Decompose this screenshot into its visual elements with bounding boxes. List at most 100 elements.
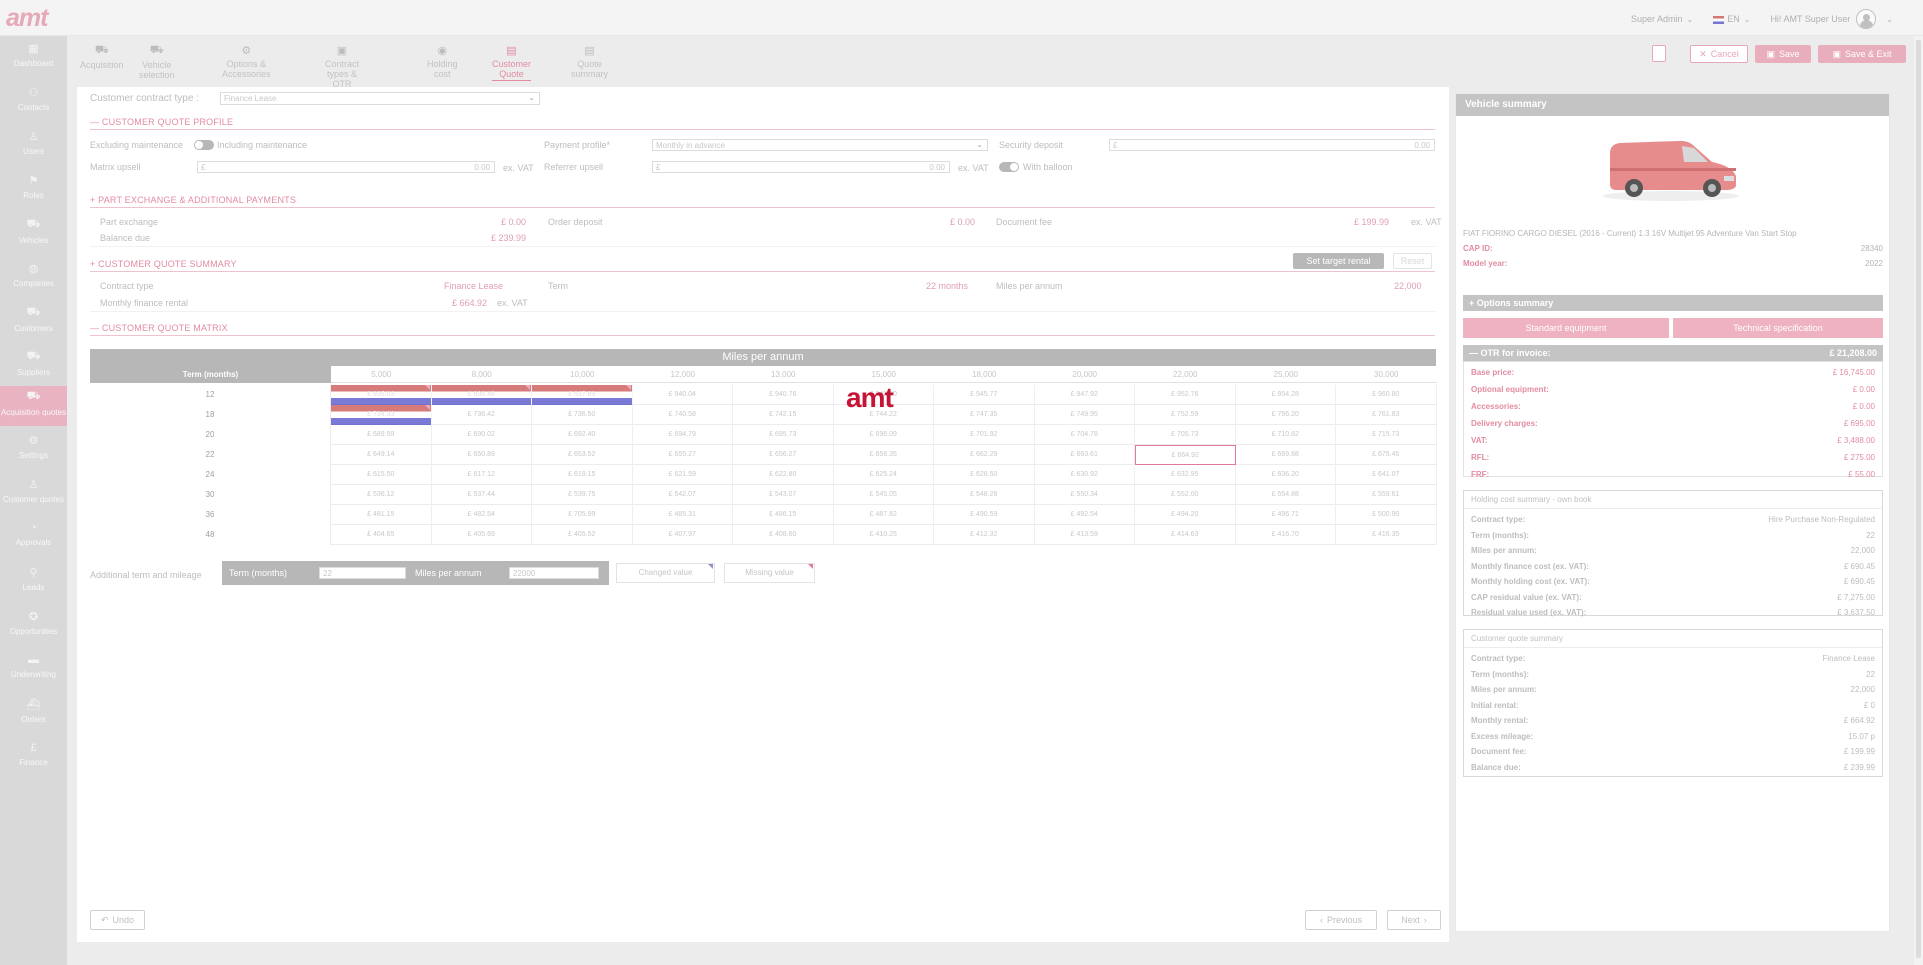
- matrix-cell[interactable]: £ 715.73: [1336, 425, 1437, 445]
- matrix-cell[interactable]: £ 628.50: [934, 465, 1035, 485]
- matrix-cell[interactable]: £ 405.52: [532, 525, 633, 545]
- matrix-cell[interactable]: £ 747.35: [934, 405, 1035, 425]
- step-options-accessories[interactable]: ⚙ Options & Accessories: [222, 44, 271, 79]
- maintenance-toggle[interactable]: [194, 140, 214, 150]
- matrix-cell[interactable]: £ 413.59: [1035, 525, 1135, 545]
- matrix-cell[interactable]: £ 408.60: [733, 525, 834, 545]
- matrix-cell[interactable]: £ 689.59: [331, 425, 432, 445]
- matrix-cell[interactable]: £ 494.20: [1135, 505, 1236, 525]
- matrix-cell[interactable]: £ 658.35: [834, 445, 934, 465]
- matrix-section-title[interactable]: — CUSTOMER QUOTE MATRIX: [90, 323, 228, 333]
- amt-logo[interactable]: amt: [6, 4, 48, 33]
- matrix-cell[interactable]: £ 542.07: [633, 485, 733, 505]
- sidebar-item-vehicles[interactable]: ⛟ Vehicles: [0, 214, 67, 254]
- step-contract-types-otr[interactable]: ▣ Contract types & OTR: [325, 44, 359, 89]
- matrix-cell[interactable]: £ 761.83: [1336, 405, 1437, 425]
- referrer-upsell-input[interactable]: £0.00: [652, 161, 950, 173]
- role-dropdown[interactable]: Super Admin ⌄: [1631, 14, 1693, 24]
- matrix-cell[interactable]: £ 710.62: [1236, 425, 1336, 445]
- matrix-cell[interactable]: £ 487.82: [834, 505, 934, 525]
- part-exchange-section-title[interactable]: + PART EXCHANGE & ADDITIONAL PAYMENTS: [90, 195, 296, 205]
- sidebar-item-approvals[interactable]: ◔ Approvals: [0, 518, 67, 558]
- sidebar-item-companies[interactable]: ◍ Companies: [0, 258, 67, 298]
- sidebar-item-dashboard[interactable]: ▦ Dashboard: [0, 38, 67, 78]
- additional-miles-input[interactable]: 22000: [509, 567, 599, 579]
- matrix-cell[interactable]: £ 705.99: [532, 505, 633, 525]
- balloon-toggle[interactable]: [999, 162, 1019, 172]
- security-deposit-input[interactable]: £0.00: [1109, 139, 1435, 151]
- matrix-cell[interactable]: £ 416.70: [1236, 525, 1336, 545]
- matrix-cell[interactable]: £ 554.88: [1236, 485, 1336, 505]
- matrix-cell[interactable]: £ 617.12: [432, 465, 532, 485]
- document-icon[interactable]: [1652, 45, 1666, 62]
- matrix-cell[interactable]: £ 656.27: [733, 445, 834, 465]
- matrix-cell[interactable]: £ 552.00: [1135, 485, 1236, 505]
- matrix-cell[interactable]: £ 740.58: [633, 405, 733, 425]
- matrix-cell[interactable]: £ 752.59: [1135, 405, 1236, 425]
- step-vehicle-selection[interactable]: ⛟ Vehicle selection: [139, 44, 175, 80]
- matrix-cell[interactable]: £ 543.07: [733, 485, 834, 505]
- reset-button[interactable]: Reset: [1393, 253, 1432, 269]
- sidebar-item-settings[interactable]: ⚙ Settings: [0, 430, 67, 470]
- matrix-cell[interactable]: £ 559.61: [1336, 485, 1437, 505]
- matrix-cell[interactable]: £ 416.35: [1336, 525, 1437, 545]
- matrix-cell[interactable]: £ 615.50: [331, 465, 432, 485]
- step-holding-cost[interactable]: ◉ Holding cost: [427, 44, 458, 79]
- matrix-cell[interactable]: £ 486.15: [733, 505, 834, 525]
- matrix-cell[interactable]: £ 696.09: [834, 425, 934, 445]
- matrix-cell[interactable]: £ 940.76: [733, 385, 834, 405]
- standard-equipment-button[interactable]: Standard equipment: [1463, 318, 1669, 338]
- matrix-cell[interactable]: £ 704.78: [1035, 425, 1135, 445]
- matrix-cell[interactable]: £ 690.02: [432, 425, 532, 445]
- matrix-cell[interactable]: £ 705.73: [1135, 425, 1236, 445]
- matrix-cell[interactable]: £ 625.24: [834, 465, 934, 485]
- summary-section-title[interactable]: + CUSTOMER QUOTE SUMMARY: [90, 259, 237, 269]
- matrix-cell[interactable]: £ 650.89: [432, 445, 532, 465]
- matrix-cell[interactable]: £ 937.89: [532, 385, 633, 405]
- matrix-cell[interactable]: £ 756.20: [1236, 405, 1336, 425]
- matrix-cell[interactable]: £ 935.03: [331, 385, 432, 405]
- matrix-cell[interactable]: £ 749.95: [1035, 405, 1135, 425]
- matrix-cell[interactable]: £ 649.14: [331, 445, 432, 465]
- matrix-cell[interactable]: £ 537.44: [432, 485, 532, 505]
- scrollbar-thumb[interactable]: [1916, 40, 1921, 958]
- sidebar-item-users[interactable]: ♙ Users: [0, 126, 67, 166]
- step-quote-summary[interactable]: ▤ Quote summary: [571, 44, 608, 79]
- matrix-cell[interactable]: £ 734.33: [331, 405, 432, 425]
- save-exit-button[interactable]: ▣ Save & Exit: [1818, 45, 1906, 63]
- matrix-cell[interactable]: £ 945.77: [934, 385, 1035, 405]
- matrix-cell[interactable]: £ 664.92: [1135, 445, 1236, 465]
- step-customer-quote[interactable]: ▤ Customer Quote: [492, 44, 532, 81]
- step-acquisition[interactable]: ⛟ Acquisition: [80, 44, 124, 70]
- matrix-cell[interactable]: £ 548.26: [934, 485, 1035, 505]
- set-target-rental-button[interactable]: Set target rental: [1293, 253, 1384, 269]
- language-dropdown[interactable]: EN ⌄: [1713, 14, 1750, 24]
- matrix-cell[interactable]: £ 954.28: [1236, 385, 1336, 405]
- matrix-cell[interactable]: £ 632.95: [1135, 465, 1236, 485]
- profile-section-title[interactable]: — CUSTOMER QUOTE PROFILE: [90, 117, 233, 127]
- matrix-cell[interactable]: £ 621.59: [633, 465, 733, 485]
- matrix-cell[interactable]: £ 653.52: [532, 445, 633, 465]
- additional-term-input[interactable]: 22: [319, 567, 406, 579]
- sidebar-item-acquisition-quotes[interactable]: ⛟ Acquisition quotes: [0, 386, 67, 426]
- sidebar-item-underwriting[interactable]: ▬ Underwriting: [0, 650, 67, 690]
- matrix-cell[interactable]: £ 481.15: [331, 505, 432, 525]
- payment-profile-select[interactable]: Monthly in advance ⌄: [652, 139, 988, 151]
- sidebar-item-orders[interactable]: ⛴ Orders: [0, 694, 67, 734]
- user-menu[interactable]: Hi! AMT Super User ⌄: [1770, 9, 1893, 29]
- matrix-cell[interactable]: £ 412.32: [934, 525, 1035, 545]
- sidebar-item-finance[interactable]: £ Finance: [0, 738, 67, 778]
- matrix-upsell-input[interactable]: £0.00: [197, 161, 495, 173]
- matrix-cell[interactable]: £ 692.40: [532, 425, 633, 445]
- matrix-cell[interactable]: £ 636.20: [1236, 465, 1336, 485]
- cancel-button[interactable]: ✕ Cancel: [1690, 45, 1748, 63]
- matrix-cell[interactable]: £ 405.69: [432, 525, 532, 545]
- matrix-cell[interactable]: £ 545.05: [834, 485, 934, 505]
- matrix-cell[interactable]: £ 550.34: [1035, 485, 1135, 505]
- matrix-cell[interactable]: £ 669.88: [1236, 445, 1336, 465]
- matrix-cell[interactable]: £ 742.15: [733, 405, 834, 425]
- matrix-cell[interactable]: £ 701.92: [934, 425, 1035, 445]
- sidebar-item-leads[interactable]: ⚲ Leads: [0, 562, 67, 602]
- previous-button[interactable]: ‹ Previous: [1305, 910, 1377, 930]
- matrix-cell[interactable]: £ 622.80: [733, 465, 834, 485]
